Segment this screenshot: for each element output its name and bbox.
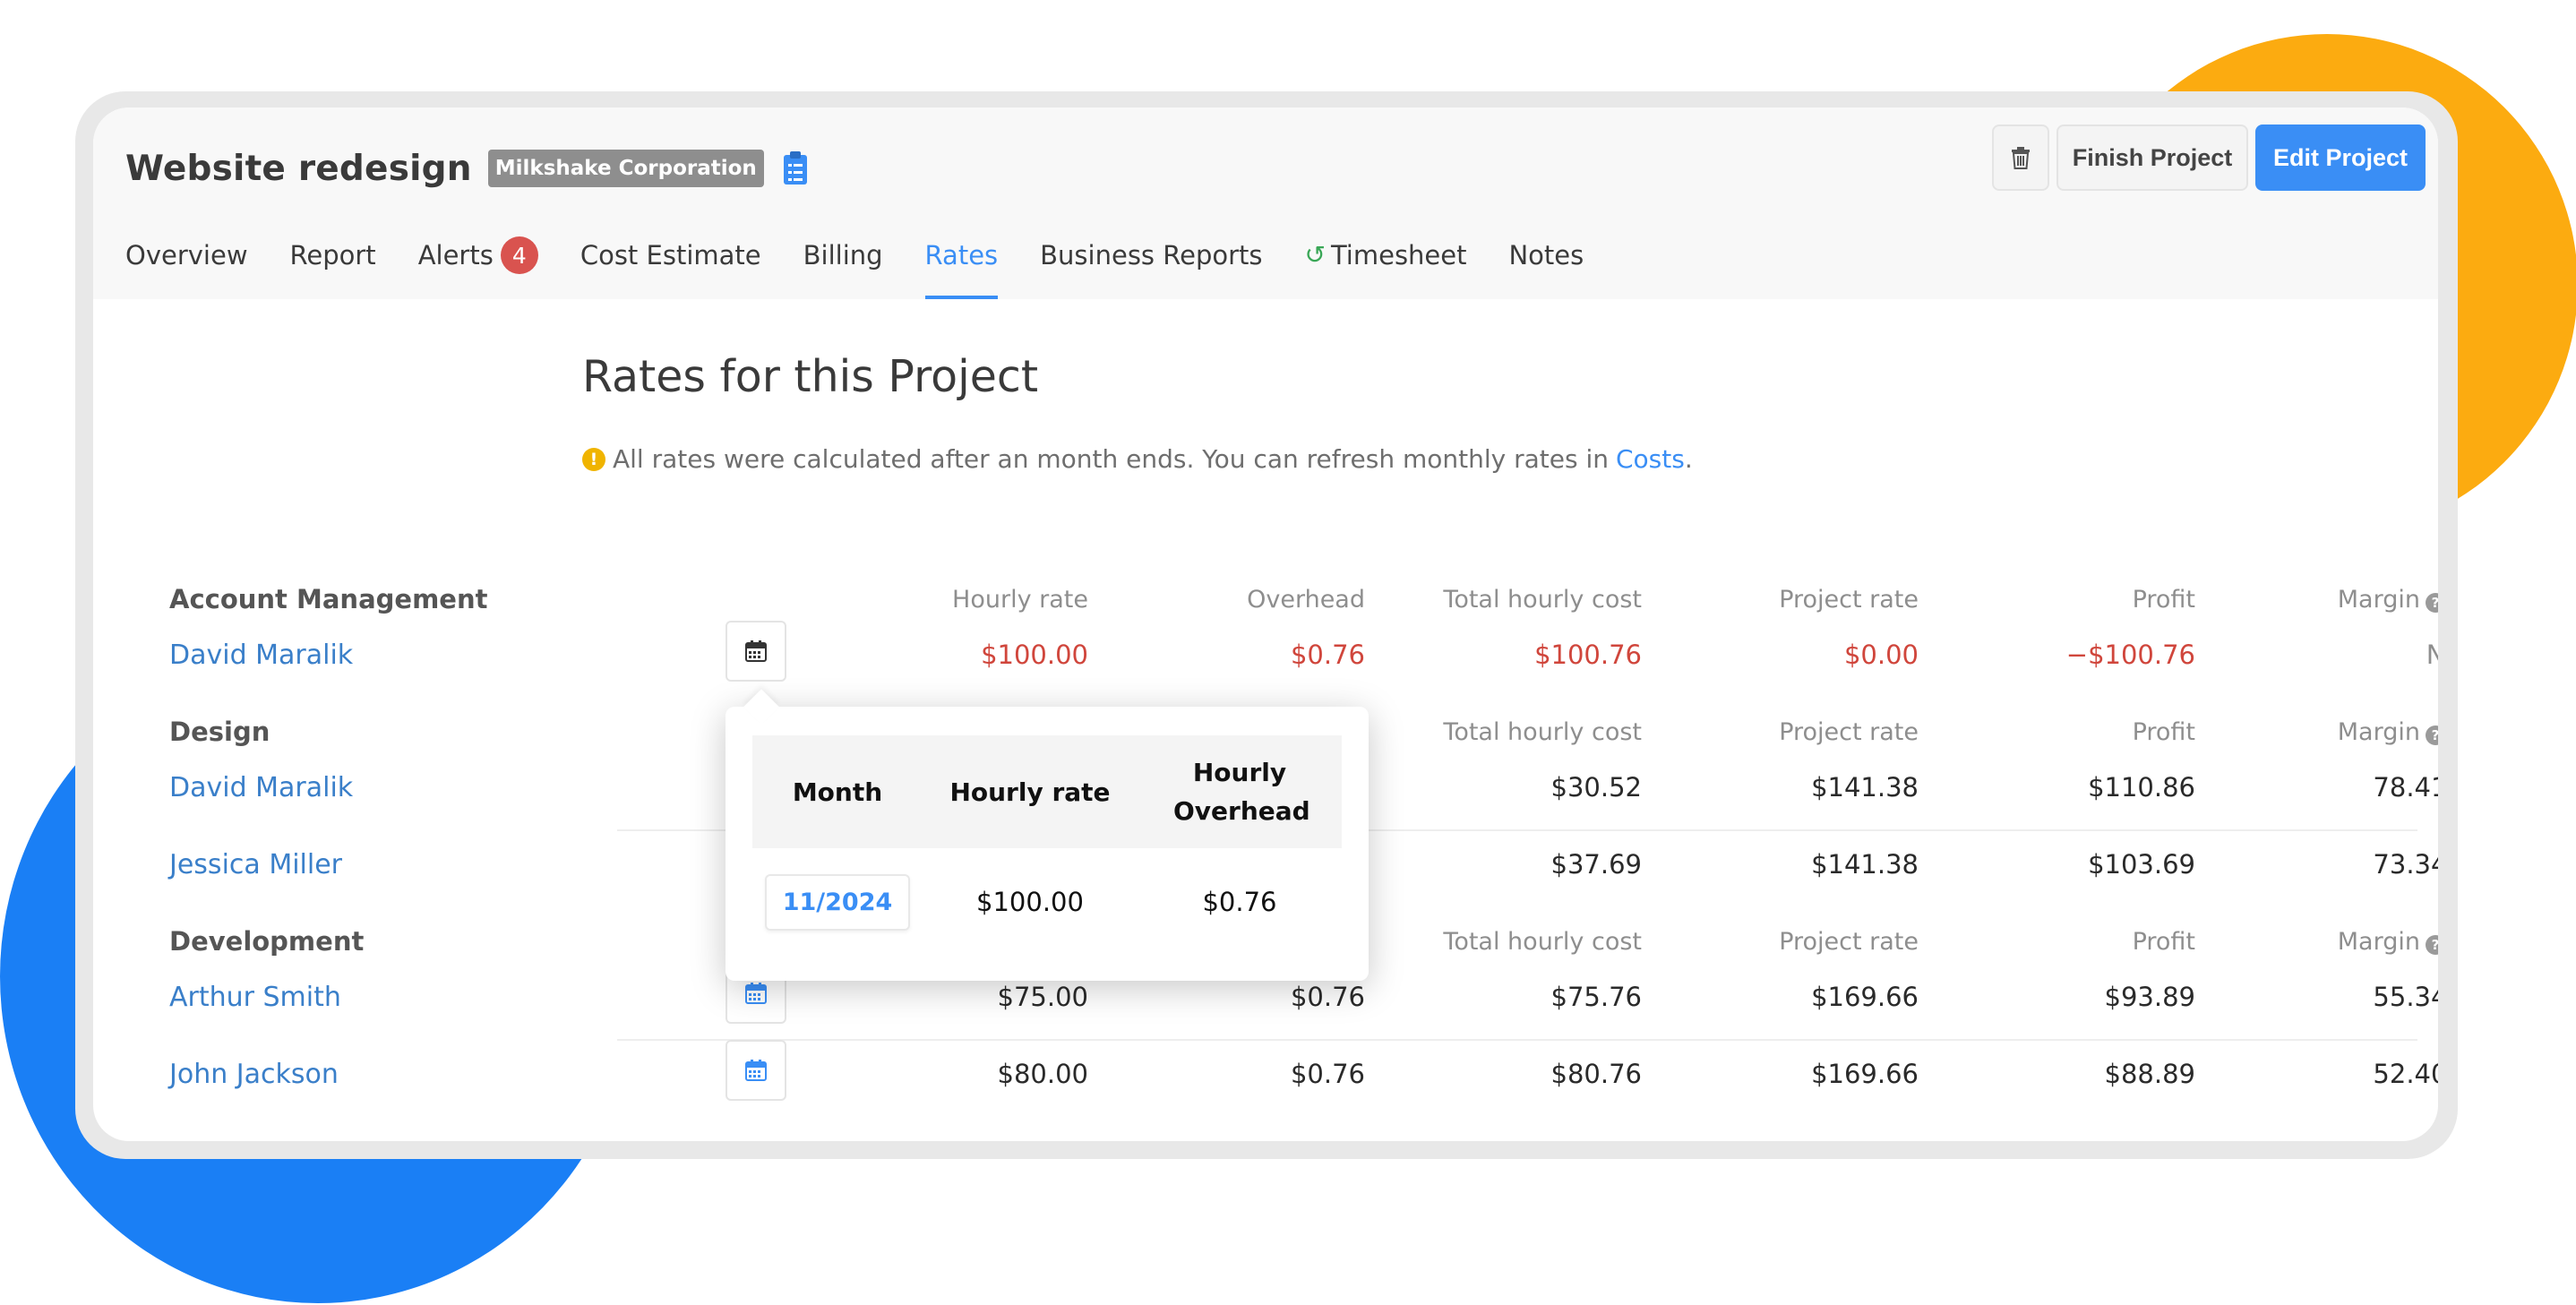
column-header: Project rate [1779,718,1919,746]
project-rate-cell: $141.38 [1811,772,1919,803]
project-card: Website redesign Milkshake Corporation F… [93,107,2438,1141]
project-rate-cell: $0.00 [1843,640,1919,670]
calendar-icon [745,640,767,662]
column-header: Project rate [1779,928,1919,956]
person-link[interactable]: David Maralik [169,640,353,671]
person-link[interactable]: David Maralik [169,772,353,803]
person-link[interactable]: John Jackson [169,1059,339,1090]
popover-header: Hourly rate [949,777,1111,807]
popover-header: Hourly Overhead [1173,757,1310,826]
marketing-stage: Website redesign Milkshake Corporation F… [0,0,2576,1305]
popover-row: 11/2024 $100.00 $0.76 [752,848,1342,956]
calendar-icon [745,983,767,1004]
hourly-rate-cell: $100.00 [981,640,1088,670]
month-button[interactable]: 11/2024 [764,873,911,931]
rate-history-popover: Month Hourly rate Hourly Overhead 11/202… [726,707,1369,981]
hourly-rate-cell: $80.00 [997,1059,1088,1089]
total-cost-cell: $100.76 [1534,640,1642,670]
column-header: Hourly rate [952,586,1088,614]
group-title: Account Management [169,584,488,614]
column-header-margin: Margin? [2177,718,2438,746]
project-rate-cell: $141.38 [1811,849,1919,880]
column-header: Project rate [1779,586,1919,614]
overhead-cell: $0.76 [1290,1059,1365,1089]
column-header: Total hourly cost [1443,586,1642,614]
margin-cell: N/A [2426,640,2438,670]
project-rate-cell: $169.66 [1811,1059,1919,1089]
column-header: Overhead [1247,586,1365,614]
profit-cell: $88.89 [2104,1059,2195,1089]
total-cost-cell: $30.52 [1550,772,1642,803]
column-header: Total hourly cost [1443,928,1642,956]
margin-cell: 78.41% [2373,772,2438,803]
margin-cell: 73.34% [2373,849,2438,880]
popover-hourly-rate: $100.00 [976,887,1084,917]
rate-history-button[interactable] [726,1040,786,1101]
calendar-icon [745,1060,767,1081]
total-cost-cell: $75.76 [1550,982,1642,1012]
row-divider [617,1039,2417,1041]
column-header: Profit [2132,928,2195,956]
profit-cell: −$100.76 [2065,640,2195,670]
profit-cell: $110.86 [2088,772,2195,803]
popover-header-row: Month Hourly rate Hourly Overhead [752,735,1342,848]
total-cost-cell: $80.76 [1550,1059,1642,1089]
group-title: Development [169,926,365,957]
rate-history-table: Month Hourly rate Hourly Overhead 11/202… [752,735,1342,956]
column-header: Profit [2132,586,2195,614]
person-link[interactable]: Arthur Smith [169,982,341,1013]
project-rate-cell: $169.66 [1811,982,1919,1012]
overhead-cell: $0.76 [1290,982,1365,1012]
help-icon[interactable]: ? [2426,593,2438,613]
overhead-cell: $0.76 [1290,640,1365,670]
total-cost-cell: $37.69 [1550,849,1642,880]
person-link[interactable]: Jessica Miller [169,849,342,880]
rate-history-button[interactable] [726,621,786,682]
profit-cell: $93.89 [2104,982,2195,1012]
hourly-rate-cell: $75.00 [997,982,1088,1012]
popover-header: Month [792,777,883,807]
profit-cell: $103.69 [2088,849,2195,880]
margin-cell: 55.34% [2373,982,2438,1012]
column-header: Total hourly cost [1443,718,1642,746]
column-header-margin: Margin? [2177,928,2438,956]
popover-hourly-overhead: $0.76 [1202,887,1277,917]
column-header: Profit [2132,718,2195,746]
margin-cell: 52.40% [2373,1059,2438,1089]
help-icon[interactable]: ? [2426,725,2438,745]
help-icon[interactable]: ? [2426,935,2438,955]
column-header-margin: Margin? [2177,586,2438,614]
group-title: Design [169,717,270,747]
rates-table: Account Management Hourly rate Overhead … [93,107,2438,1141]
